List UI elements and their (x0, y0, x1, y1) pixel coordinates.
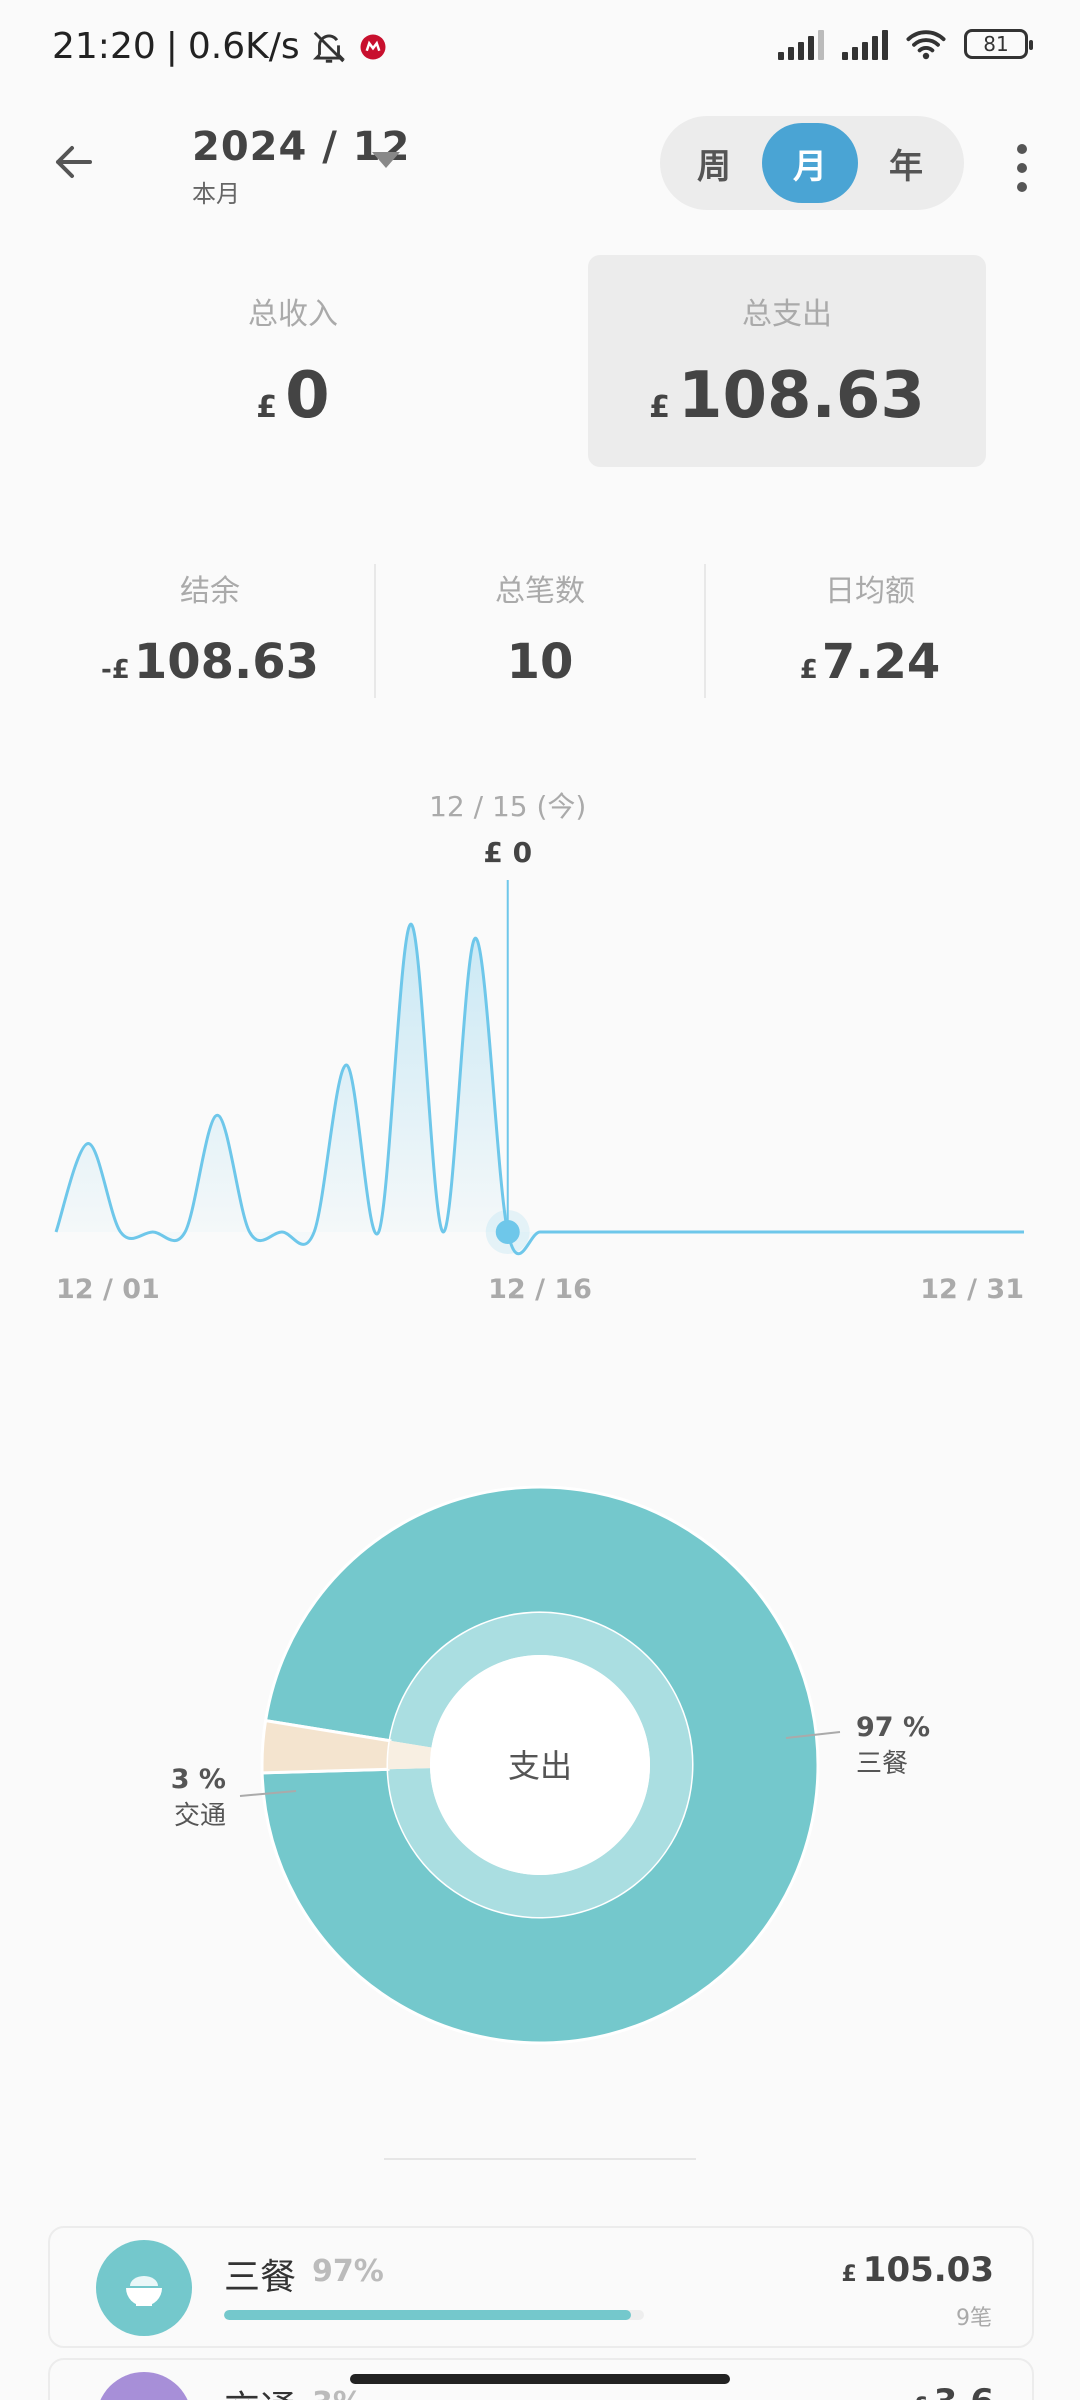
tooltip-date: 12 / 15 (今) (429, 790, 586, 823)
income-label: 总收入 (248, 297, 338, 332)
line-chart-svg[interactable]: 12 / 15 (今) £ 0 12 / 01 12 / 16 12 / 31 (0, 780, 1080, 1320)
status-speed: 0.6K/s (187, 26, 300, 67)
donut-chart-svg[interactable]: 支出 97 % 三餐 3 % 交通 (0, 1460, 1080, 2080)
average-amount: 7.24 (821, 634, 941, 690)
expense-value: £ 108.63 (649, 359, 925, 433)
status-left: 21:20 | 0.6K/s (52, 26, 388, 67)
donut-center-label: 支出 (508, 1747, 572, 1785)
rice-bowl-icon (96, 2240, 192, 2336)
tab-month[interactable]: 月 (762, 123, 858, 203)
category-row-meals[interactable]: 三餐 97% £ 105.03 9笔 (48, 2226, 1034, 2348)
category-percent: 97% (312, 2254, 384, 2289)
category-amount-value: 3.6 (934, 2382, 994, 2400)
home-indicator[interactable] (350, 2374, 730, 2384)
line-area-fill (56, 924, 1024, 1254)
category-name: 三餐 (224, 2257, 297, 2298)
x-tick-label: 12 / 01 (56, 1274, 160, 1305)
category-progress (224, 2310, 644, 2320)
battery-icon: 81 (964, 29, 1033, 59)
wifi-icon (906, 30, 946, 60)
signal-roaming-icon (842, 28, 888, 60)
slice-percent-label: 3 % (171, 1764, 226, 1795)
balance-value: -£ 108.63 (101, 634, 319, 690)
income-card[interactable]: 总收入 £ 0 (94, 255, 492, 467)
expense-currency: £ (649, 390, 670, 425)
x-tick-label: 12 / 16 (488, 1274, 592, 1305)
daily-expense-chart[interactable]: 12 / 15 (今) £ 0 12 / 01 12 / 16 12 / 31 (0, 780, 1080, 1320)
tooltip-value: £ 0 (483, 836, 532, 869)
category-name: 交通 (224, 2380, 296, 2400)
average-label: 日均额 (825, 574, 915, 609)
status-right: 81 (778, 28, 1033, 60)
x-tick-label: 12 / 31 (920, 1274, 1024, 1305)
category-currency: £ (841, 2262, 857, 2287)
mute-bell-icon (312, 31, 345, 63)
balance-label: 结余 (180, 574, 240, 609)
category-amount-value: 105.03 (862, 2250, 994, 2290)
income-currency: £ (256, 390, 278, 425)
slice-percent-label: 97 % (856, 1712, 930, 1743)
category-donut-chart[interactable]: 支出 97 % 三餐 3 % 交通 (0, 1460, 1080, 2080)
status-bar: 21:20 | 0.6K/s 81 (0, 0, 1080, 100)
stats-divider (704, 564, 706, 698)
tab-year[interactable]: 年 (858, 123, 954, 203)
section-divider (384, 2158, 696, 2160)
battery-level: 81 (983, 32, 1009, 56)
category-count: 9笔 (956, 2306, 992, 2331)
income-value: £ 0 (256, 359, 329, 433)
stats-divider (374, 564, 376, 698)
count-label: 总笔数 (495, 574, 585, 609)
period-switcher: 周 月 年 (660, 116, 964, 210)
category-amount: £ 105.03 (841, 2250, 994, 2290)
stats-row: 结余 -£ 108.63 总笔数 10 日均额 £ 7.24 (0, 560, 1080, 700)
count-value: 10 (506, 634, 574, 690)
status-time: 21:20 (52, 26, 156, 67)
category-currency: £ (912, 2394, 927, 2400)
bank-app-icon (360, 34, 386, 59)
header: 2024 / 12 本月 周 月 年 (0, 110, 1080, 220)
income-amount: 0 (285, 359, 330, 433)
category-percent: 3% (312, 2386, 363, 2400)
stat-count: 总笔数 10 (375, 560, 705, 700)
status-separator: | (165, 26, 178, 67)
expense-amount: 108.63 (677, 359, 925, 433)
expense-label: 总支出 (742, 297, 832, 332)
slice-name-label: 三餐 (856, 1749, 908, 1779)
date-subtitle: 本月 (192, 180, 240, 208)
category-progress-fill (224, 2310, 632, 2320)
arrow-left-icon (56, 146, 92, 178)
slice-name-label: 交通 (174, 1801, 226, 1831)
caret-down-icon[interactable] (372, 152, 400, 168)
stat-average: 日均额 £ 7.24 (705, 560, 1035, 700)
tab-week[interactable]: 周 (666, 123, 762, 203)
more-options-icon[interactable] (1010, 138, 1034, 198)
stat-balance: 结余 -£ 108.63 (45, 560, 375, 700)
transport-icon (96, 2372, 192, 2400)
average-value: £ 7.24 (800, 634, 941, 690)
back-button[interactable] (44, 132, 104, 192)
selection-point (495, 1220, 520, 1244)
category-amount: £ 3.6 (912, 2382, 994, 2400)
signal-icon (778, 28, 824, 60)
average-prefix: £ (799, 655, 818, 685)
balance-amount: 108.63 (133, 634, 320, 690)
expense-card[interactable]: 总支出 £ 108.63 (588, 255, 986, 467)
balance-prefix: -£ (100, 655, 130, 685)
